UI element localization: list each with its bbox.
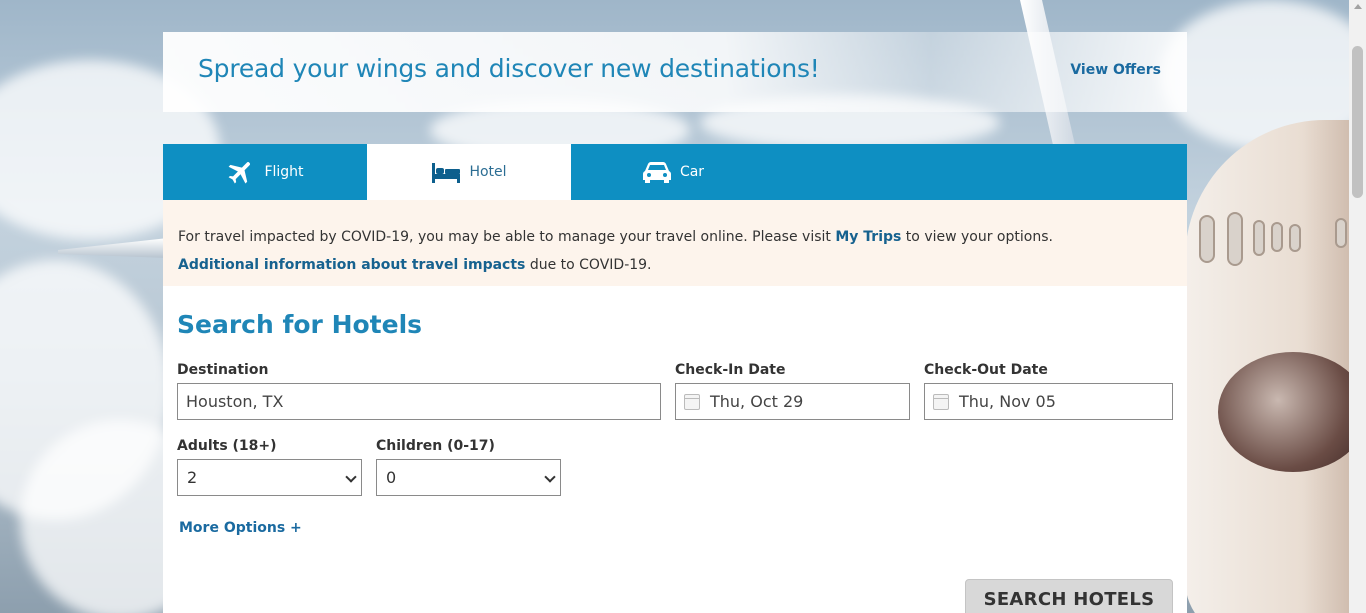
notice-text: For travel impacted by COVID-19, you may…: [178, 229, 836, 245]
car-icon: [642, 160, 672, 184]
tab-hotel[interactable]: Hotel: [367, 144, 571, 200]
scrollbar-thumb[interactable]: [1352, 46, 1363, 198]
scroll-up-arrow-icon[interactable]: [1354, 4, 1362, 9]
notice-text: due to COVID-19.: [525, 257, 652, 273]
calendar-icon: [684, 393, 700, 410]
notice-line-2: Additional information about travel impa…: [178, 251, 1172, 279]
chevron-down-icon: [544, 471, 556, 483]
tab-flight[interactable]: Flight: [163, 144, 367, 200]
search-hotels-button[interactable]: SEARCH HOTELS: [965, 579, 1173, 613]
checkin-date-input[interactable]: Thu, Oct 29: [675, 383, 910, 420]
children-value: 0: [386, 468, 397, 487]
adults-value: 2: [187, 468, 198, 487]
chevron-down-icon: [345, 471, 357, 483]
notice-line-1: For travel impacted by COVID-19, you may…: [178, 223, 1172, 251]
tab-car[interactable]: Car: [571, 144, 775, 200]
adults-select[interactable]: 2: [177, 459, 362, 496]
checkout-value: Thu, Nov 05: [959, 392, 1056, 411]
view-offers-link[interactable]: View Offers: [1070, 62, 1161, 78]
checkin-value: Thu, Oct 29: [710, 392, 804, 411]
checkin-label: Check-In Date: [675, 362, 786, 378]
tab-flight-label: Flight: [264, 164, 304, 180]
calendar-icon: [933, 393, 949, 410]
promo-banner: Spread your wings and discover new desti…: [163, 32, 1187, 112]
tab-hotel-label: Hotel: [469, 164, 507, 180]
children-label: Children (0-17): [376, 438, 495, 454]
children-select[interactable]: 0: [376, 459, 561, 496]
destination-value: Houston, TX: [186, 392, 284, 411]
booking-tabs: Flight Hotel Car: [163, 144, 1187, 200]
scrollbar[interactable]: [1349, 0, 1366, 613]
notice-text: to view your options.: [901, 229, 1053, 245]
page-title: Search for Hotels: [177, 310, 423, 339]
more-options-link[interactable]: More Options +: [179, 520, 302, 536]
destination-input[interactable]: Houston, TX: [177, 383, 661, 420]
plane-icon: [226, 157, 256, 187]
destination-label: Destination: [177, 362, 269, 378]
checkout-date-input[interactable]: Thu, Nov 05: [924, 383, 1173, 420]
bed-icon: [431, 160, 461, 184]
adults-label: Adults (18+): [177, 438, 277, 454]
search-card: Flight Hotel Car For travel impacted by …: [163, 144, 1187, 613]
promo-title: Spread your wings and discover new desti…: [198, 54, 820, 83]
covid-notice: For travel impacted by COVID-19, you may…: [163, 200, 1187, 286]
checkout-label: Check-Out Date: [924, 362, 1048, 378]
my-trips-link[interactable]: My Trips: [835, 229, 901, 245]
plane-wing: [58, 238, 168, 258]
travel-impacts-link[interactable]: Additional information about travel impa…: [178, 257, 525, 273]
plane-engine: [1218, 352, 1366, 472]
tab-car-label: Car: [679, 164, 705, 180]
